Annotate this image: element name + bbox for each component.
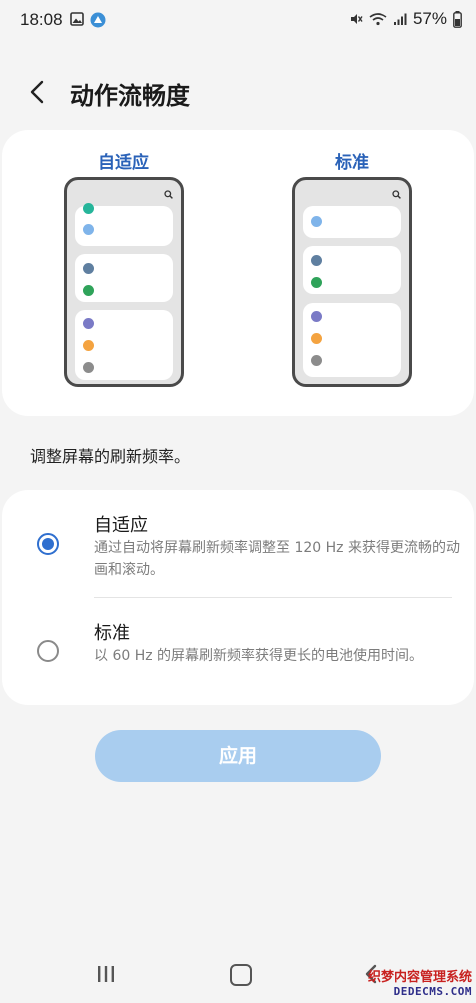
option-description: 以 60 Hz 的屏幕刷新频率获得更长的电池使用时间。 — [94, 648, 424, 664]
preview-dot — [311, 216, 322, 227]
preview-dot — [83, 318, 94, 329]
home-icon[interactable] — [230, 964, 252, 986]
preview-dot — [311, 311, 322, 322]
preview-dot — [311, 255, 322, 266]
preview-dot — [311, 277, 322, 288]
page-title: 动作流畅度 — [70, 82, 190, 110]
status-system-icons: 57% — [349, 9, 462, 29]
preview-dot — [83, 285, 94, 296]
adaptive-phone-illustration — [64, 177, 184, 387]
search-icon — [392, 190, 401, 199]
preview-list-item — [75, 254, 173, 302]
search-icon — [164, 190, 173, 199]
option-title: 自适应 — [94, 515, 148, 536]
description-text: 调整屏幕的刷新频率。 — [30, 447, 191, 466]
battery-icon — [453, 10, 462, 28]
status-notification-icons — [70, 12, 106, 28]
adaptive-radio-button[interactable] — [37, 533, 59, 555]
watermark-line-2: DEDECMS.COM — [393, 985, 472, 998]
standard-preview-label: 标准 — [335, 153, 369, 173]
option-title: 标准 — [94, 623, 130, 644]
preview-list-item — [303, 303, 401, 377]
preview-dot — [83, 340, 94, 351]
preview-list-item — [303, 246, 401, 294]
preview-list-item — [75, 310, 173, 380]
preview-dot — [83, 362, 94, 373]
browser-app-icon — [90, 12, 106, 28]
gallery-icon — [70, 12, 84, 26]
preview-dot — [83, 203, 94, 214]
chevron-left-icon — [30, 80, 44, 104]
back-button[interactable] — [24, 78, 52, 106]
standard-radio-button[interactable] — [37, 640, 59, 662]
options-card: 自适应 通过自动将屏幕刷新频率调整至 120 Hz 来获得更流畅的动画和滚动。 … — [2, 490, 474, 705]
preview-dot — [83, 263, 94, 274]
option-adaptive[interactable]: 自适应 通过自动将屏幕刷新频率调整至 120 Hz 来获得更流畅的动画和滚动。 — [2, 490, 474, 597]
preview-card: 自适应 标准 — [2, 130, 474, 416]
option-standard[interactable]: 标准 以 60 Hz 的屏幕刷新频率获得更长的电池使用时间。 — [2, 598, 474, 705]
mute-icon — [350, 14, 363, 24]
preview-dot — [311, 333, 322, 344]
standard-phone-illustration — [292, 177, 412, 387]
motion-smoothness-screen: 18:08 57% 动作流畅度 自适应 标准 调整屏幕的刷新频率。 自适应 通过… — [0, 0, 476, 1003]
preview-list-item — [75, 203, 173, 246]
battery-percentage: 57% — [412, 9, 447, 28]
apply-button[interactable]: 应用 — [95, 730, 381, 782]
preview-dot — [83, 224, 94, 235]
status-time: 18:08 — [20, 10, 63, 29]
wifi-icon — [369, 13, 387, 26]
recent-apps-icon[interactable] — [96, 965, 116, 983]
preview-dot — [311, 355, 322, 366]
watermark: 织梦内容管理系统 DEDECMS.COM — [368, 966, 472, 998]
watermark-line-1: 织梦内容管理系统 — [367, 970, 472, 985]
signal-icon — [393, 13, 407, 25]
preview-list-item — [303, 206, 401, 238]
status-bar: 18:08 57% — [0, 0, 476, 40]
header: 动作流畅度 — [0, 70, 476, 114]
adaptive-preview-label: 自适应 — [98, 153, 149, 173]
option-description: 通过自动将屏幕刷新频率调整至 120 Hz 来获得更流畅的动画和滚动。 — [94, 540, 460, 578]
